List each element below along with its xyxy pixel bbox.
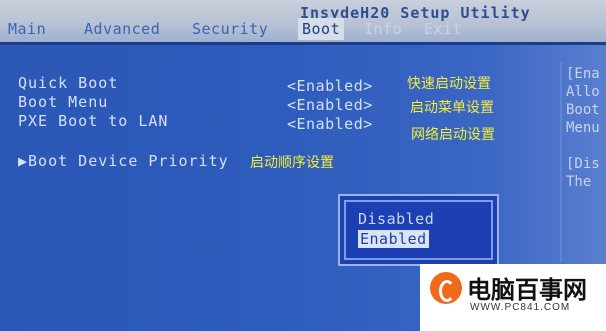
bios-screen: InsydeH20 Setup Utility Main Advanced Se…	[0, 0, 606, 331]
header-divider	[0, 42, 606, 45]
watermark-url: WWW.PC841.COM	[470, 302, 571, 313]
option-boot-menu-label[interactable]: Boot Menu	[18, 93, 108, 111]
popup-option-disabled[interactable]: Disabled	[358, 210, 434, 228]
tab-exit[interactable]: Exit	[424, 18, 462, 40]
watermark-brand: 电脑百事网	[467, 276, 587, 304]
option-quick-boot-note: 快速启动设置	[407, 76, 491, 92]
help-line: Boot	[566, 102, 600, 118]
tab-info[interactable]: Info	[364, 18, 402, 40]
help-line: Menu	[566, 120, 600, 136]
option-boot-menu-value[interactable]: <Enabled>	[287, 96, 373, 114]
tab-boot[interactable]: Boot	[298, 18, 345, 40]
watermark: 电脑百事网 WWW.PC841.COM	[420, 264, 606, 331]
option-popup: Disabled Enabled	[338, 194, 499, 266]
help-panel: [Ena Allo Boot Menu [Dis The	[560, 62, 606, 262]
brand-logo-icon	[430, 272, 462, 304]
help-line: Allo	[566, 84, 600, 100]
submenu-boot-device-priority[interactable]: ▶Boot Device Priority	[18, 152, 229, 170]
submenu-boot-device-priority-note: 启动顺序设置	[250, 155, 334, 171]
tab-main[interactable]: Main	[8, 18, 46, 40]
help-line: [Ena	[566, 66, 600, 82]
help-line: [Dis	[566, 156, 600, 172]
popup-option-enabled[interactable]: Enabled	[358, 230, 429, 248]
tab-advanced[interactable]: Advanced	[84, 18, 160, 40]
option-pxe-boot-note: 网络启动设置	[411, 127, 495, 143]
option-pxe-boot-label[interactable]: PXE Boot to LAN	[18, 112, 168, 130]
option-quick-boot-label[interactable]: Quick Boot	[18, 74, 118, 92]
option-pxe-boot-value[interactable]: <Enabled>	[287, 115, 373, 133]
tab-row: Main Advanced Security Boot Info Exit	[6, 18, 606, 40]
option-quick-boot-value[interactable]: <Enabled>	[287, 77, 373, 95]
top-menu-bar: InsydeH20 Setup Utility Main Advanced Se…	[0, 0, 606, 42]
tab-security[interactable]: Security	[192, 18, 268, 40]
help-line: The	[566, 174, 592, 190]
option-boot-menu-note: 启动菜单设置	[410, 100, 494, 116]
